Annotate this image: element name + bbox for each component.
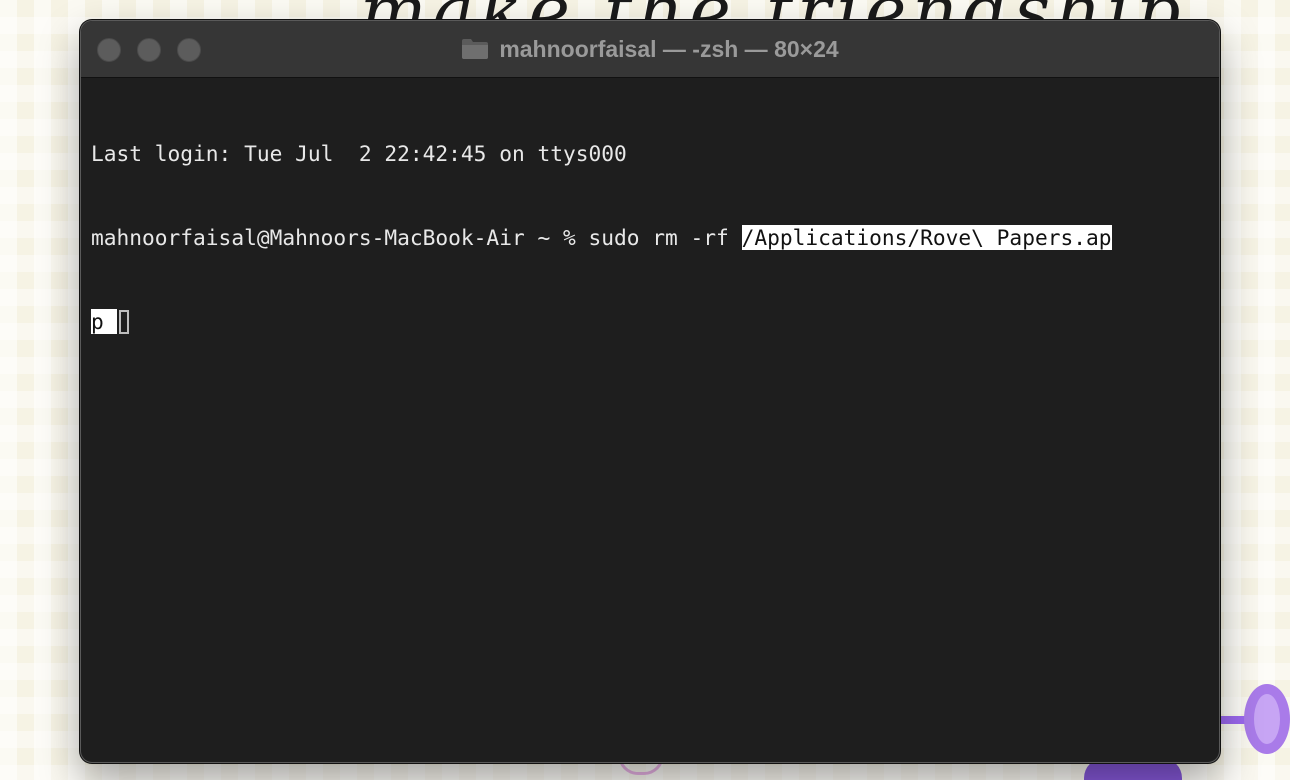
minimize-button[interactable]: [137, 38, 161, 62]
terminal-window[interactable]: mahnoorfaisal — -zsh — 80×24 Last login:…: [80, 20, 1220, 763]
window-title: mahnoorfaisal — -zsh — 80×24: [499, 35, 839, 62]
window-controls: [97, 38, 201, 62]
close-button[interactable]: [97, 38, 121, 62]
terminal-output[interactable]: Last login: Tue Jul 2 22:42:45 on ttys00…: [81, 78, 1219, 392]
text-cursor: [118, 310, 129, 334]
command-line: mahnoorfaisal@Mahnoors-MacBook-Air ~ % s…: [91, 224, 1209, 252]
folder-icon: [461, 38, 489, 60]
command-text: sudo rm -rf: [588, 225, 742, 250]
window-title-group: mahnoorfaisal — -zsh — 80×24: [461, 35, 839, 63]
command-line-wrap: p: [91, 308, 1209, 336]
shell-prompt: mahnoorfaisal@Mahnoors-MacBook-Air ~ %: [91, 225, 589, 250]
selected-path-continued[interactable]: p: [91, 309, 117, 334]
selected-path[interactable]: /Applications/Rove\ Papers.ap: [741, 225, 1112, 250]
zoom-button[interactable]: [177, 38, 201, 62]
chain-ring: [1244, 684, 1290, 754]
title-bar[interactable]: mahnoorfaisal — -zsh — 80×24: [81, 21, 1219, 78]
last-login-line: Last login: Tue Jul 2 22:42:45 on ttys00…: [91, 141, 627, 166]
